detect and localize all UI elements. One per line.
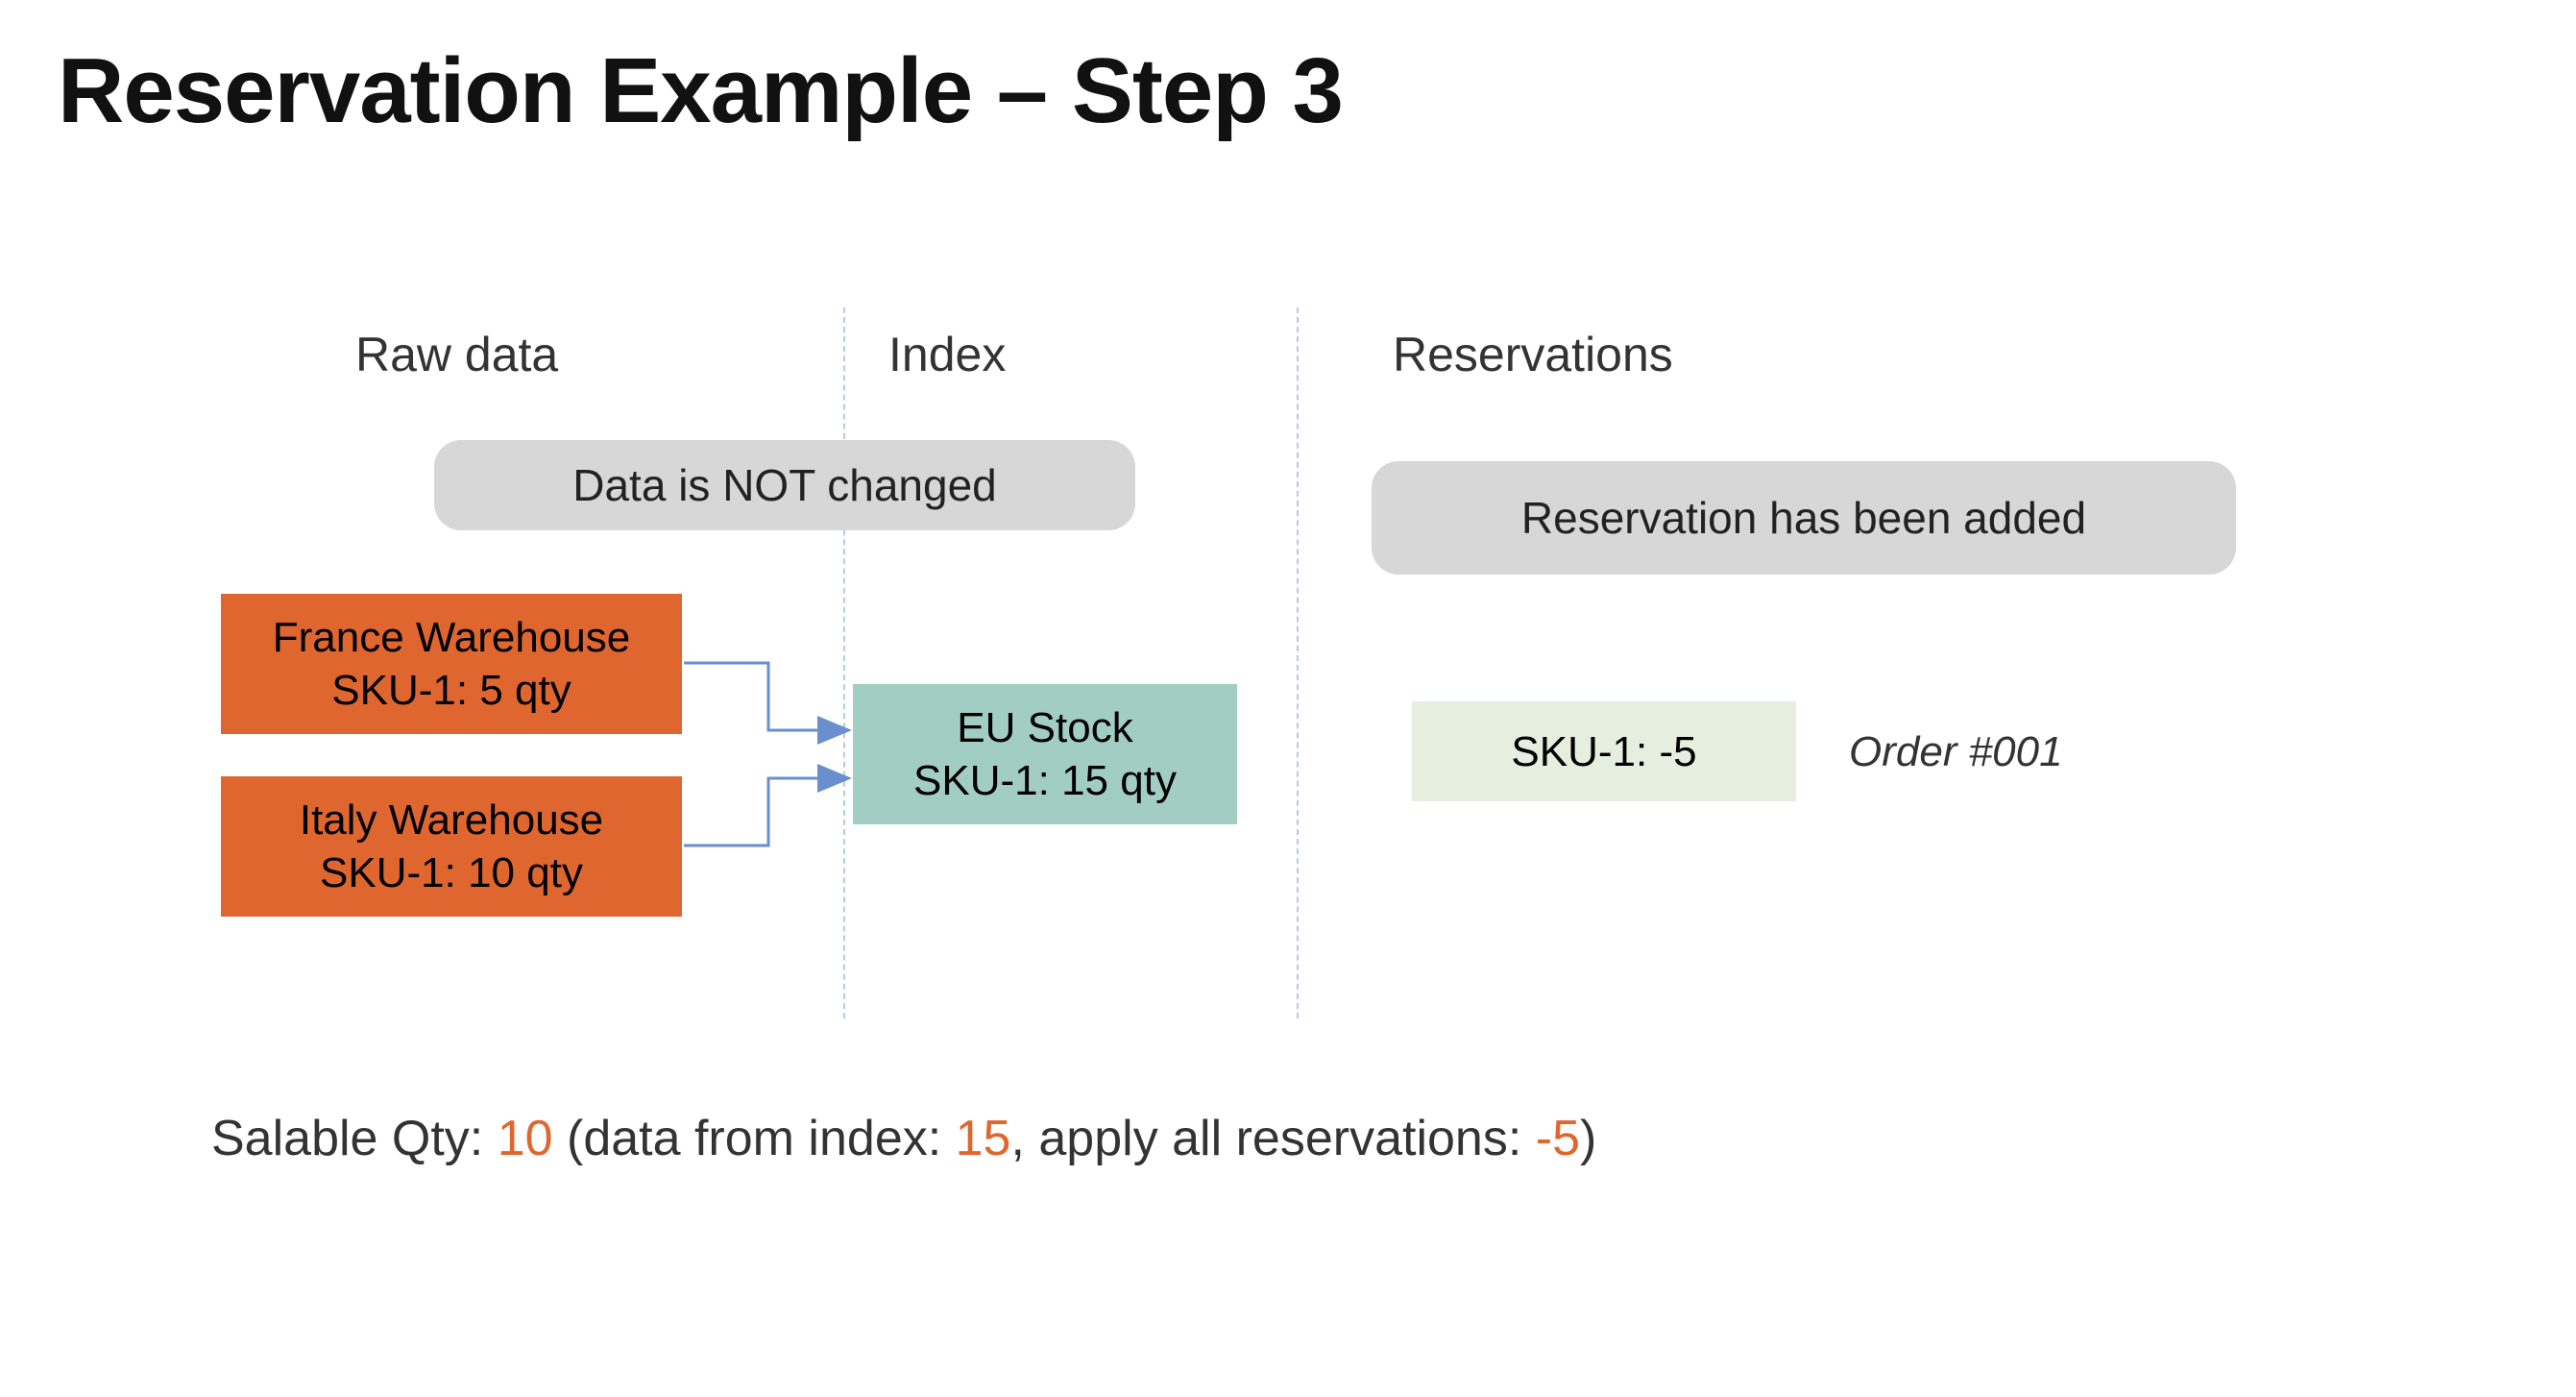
warehouse-france-name: France Warehouse (273, 611, 631, 664)
connector-italy-to-index (684, 778, 849, 846)
index-box-name: EU Stock (957, 701, 1132, 754)
warehouse-box-france: France Warehouse SKU-1: 5 qty (221, 594, 682, 734)
salable-reservation-value: -5 (1536, 1111, 1580, 1166)
warehouse-italy-name: Italy Warehouse (300, 794, 603, 846)
slide-title: Reservation Example – Step 3 (58, 38, 1343, 144)
warehouse-italy-sku: SKU-1: 10 qty (320, 846, 583, 899)
salable-qty-value: 10 (498, 1111, 553, 1166)
divider-1 (843, 307, 845, 1018)
column-header-raw-data: Raw data (355, 327, 558, 382)
salable-index-value: 15 (956, 1111, 1011, 1166)
reservation-box: SKU-1: -5 (1412, 701, 1796, 801)
note-data-not-changed: Data is NOT changed (434, 440, 1135, 530)
salable-mid2: , apply all reservations: (1010, 1111, 1535, 1166)
reservation-order-label: Order #001 (1849, 728, 2063, 776)
divider-2 (1297, 307, 1299, 1018)
note-reservation-added: Reservation has been added (1372, 461, 2236, 575)
salable-prefix: Salable Qty: (211, 1111, 498, 1166)
index-box-eu-stock: EU Stock SKU-1: 15 qty (853, 684, 1237, 824)
column-header-index: Index (888, 327, 1006, 382)
salable-mid1: (data from index: (553, 1111, 956, 1166)
reservation-sku: SKU-1: -5 (1511, 725, 1696, 778)
column-header-reservations: Reservations (1393, 327, 1673, 382)
warehouse-france-sku: SKU-1: 5 qty (331, 664, 571, 717)
salable-qty-summary: Salable Qty: 10 (data from index: 15, ap… (211, 1110, 1596, 1167)
salable-suffix: ) (1580, 1111, 1596, 1166)
index-box-sku: SKU-1: 15 qty (913, 754, 1177, 807)
connector-france-to-index (684, 663, 849, 730)
warehouse-box-italy: Italy Warehouse SKU-1: 10 qty (221, 776, 682, 917)
